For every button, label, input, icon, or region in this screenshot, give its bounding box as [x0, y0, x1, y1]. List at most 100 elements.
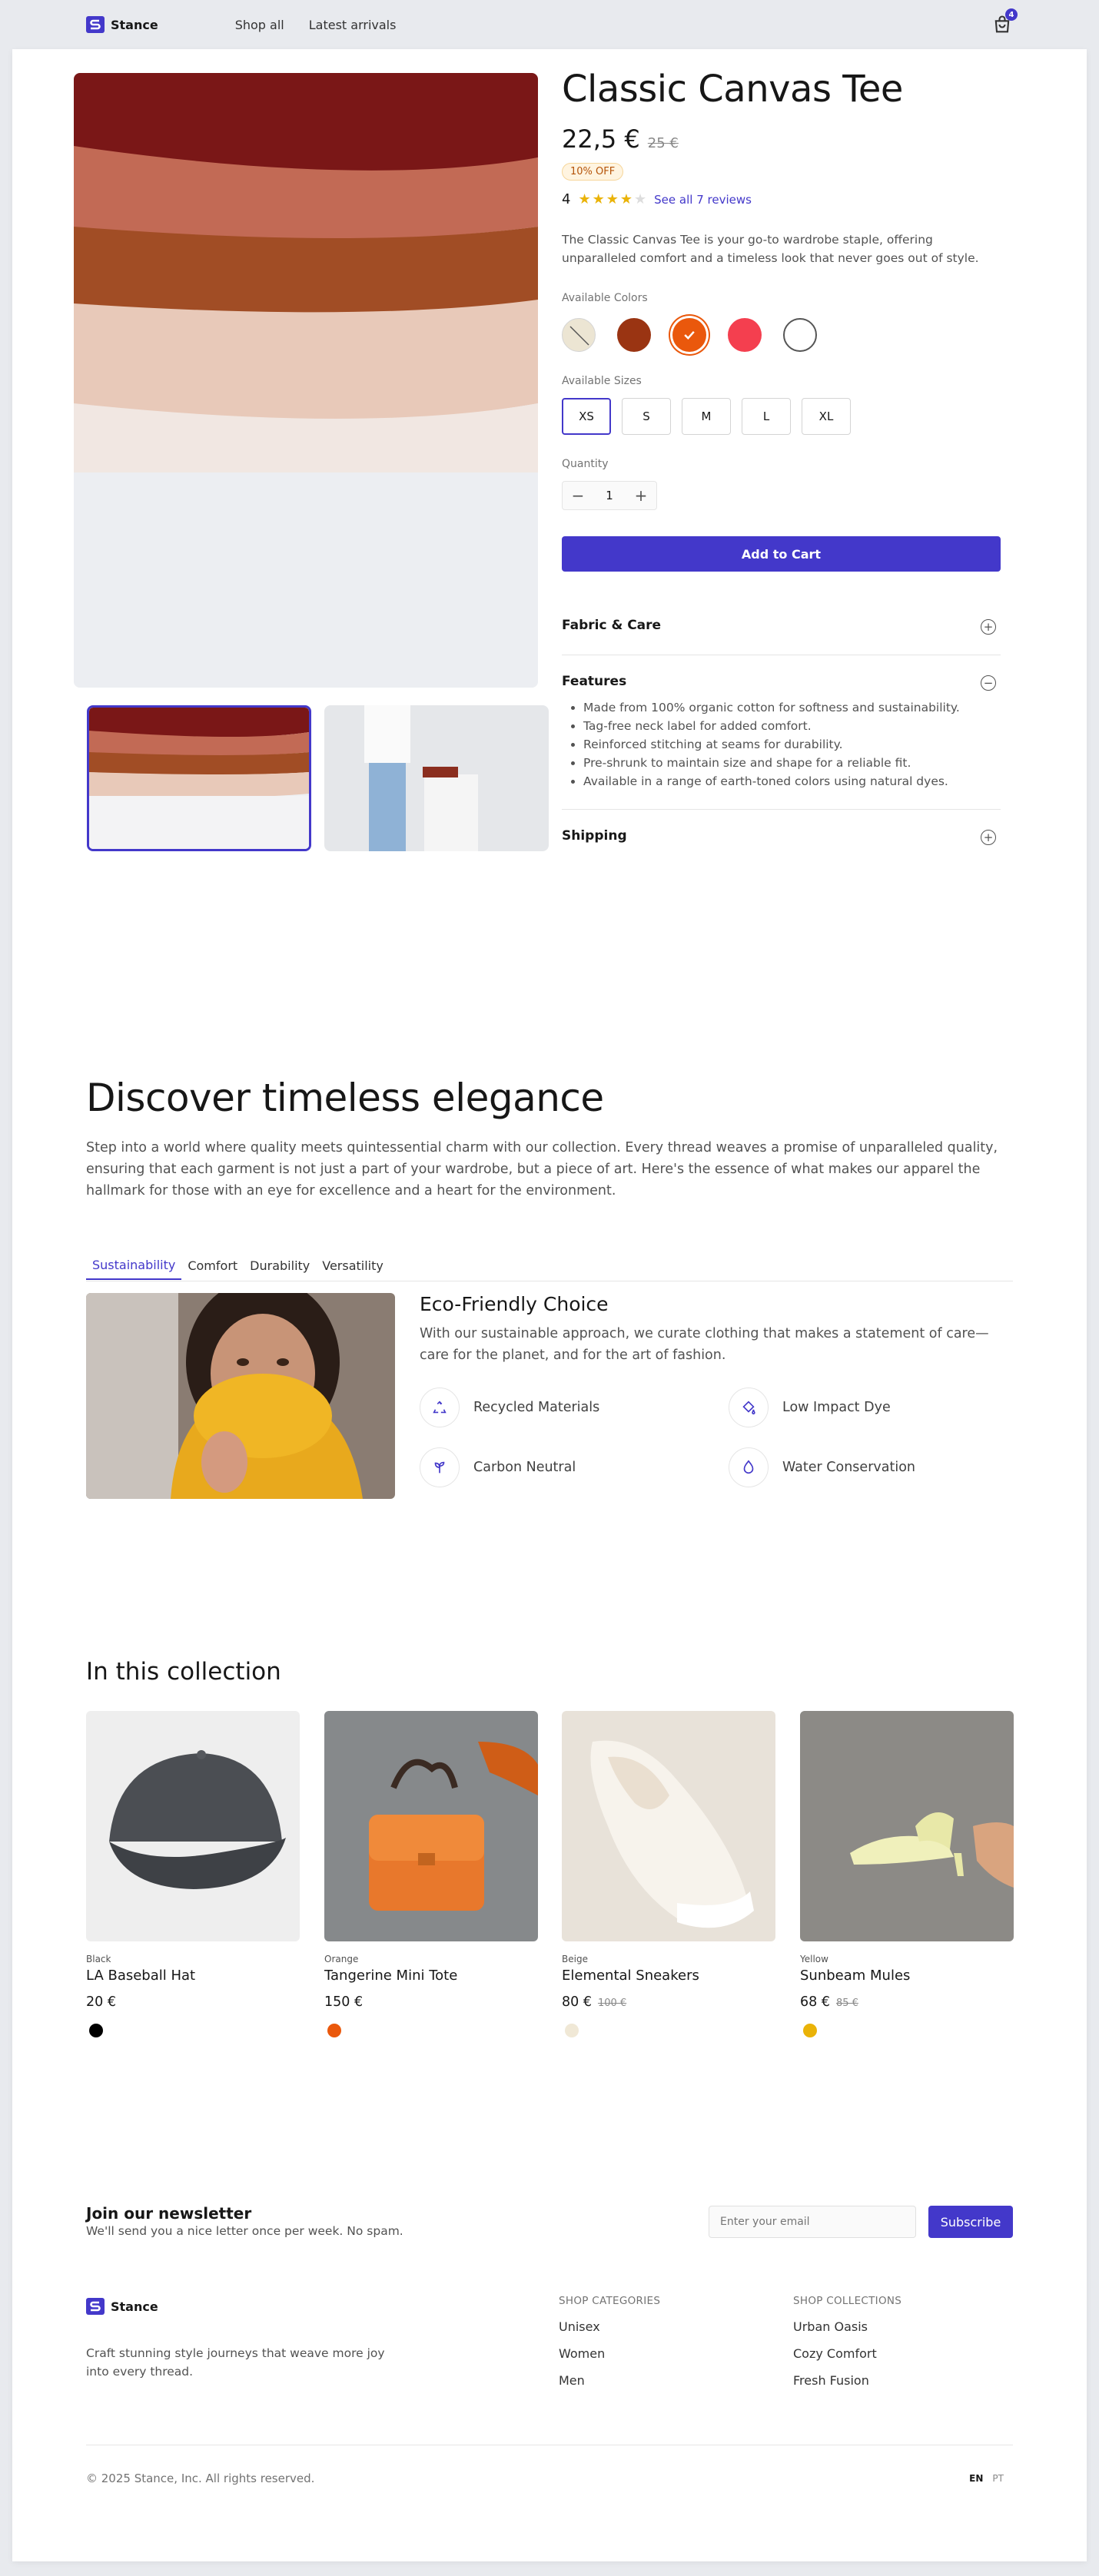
language-pt[interactable]: PT [992, 2473, 1004, 2484]
eco-features: Recycled Materials Low Impact Dye Carbon… [420, 1387, 1011, 1487]
plus-icon[interactable]: + [626, 481, 656, 510]
product-old-price: 25 € [647, 135, 679, 151]
product-name[interactable]: LA Baseball Hat [86, 1968, 300, 1984]
product-title: Classic Canvas Tee [562, 68, 903, 111]
product-price-row: 80 € 100 € [562, 1994, 775, 2010]
product-price: 20 € [86, 1994, 116, 2010]
product-card-image[interactable] [800, 1711, 1014, 1941]
color-swatch-white[interactable] [783, 318, 817, 352]
brand-logo-link[interactable]: Stance [86, 16, 158, 33]
color-swatch-brown[interactable] [617, 318, 651, 352]
footer-link-men[interactable]: Men [559, 2373, 660, 2388]
product-name[interactable]: Sunbeam Mules [800, 1968, 1014, 1984]
accordion-shipping[interactable]: Shipping + [562, 810, 1001, 865]
discover-tabs: Sustainability Comfort Durability Versat… [86, 1245, 1013, 1281]
feature-label: Low Impact Dye [782, 1400, 891, 1415]
subscribe-button[interactable]: Subscribe [928, 2206, 1013, 2238]
product-old-price: 100 € [597, 1997, 627, 2009]
star-icon: ★ [592, 191, 605, 207]
paint-bucket-icon [729, 1387, 769, 1427]
accordion-title: Fabric & Care [562, 618, 662, 633]
product-thumbnail-1[interactable] [87, 705, 311, 851]
product-thumbnail-2[interactable] [324, 705, 549, 851]
feature-item: Tag-free neck label for added comfort. [583, 717, 1001, 735]
language-en[interactable]: EN [969, 2473, 983, 2484]
size-option-xs[interactable]: XS [562, 398, 611, 435]
product-name[interactable]: Elemental Sneakers [562, 1968, 775, 1984]
accordion-features[interactable]: Features − Made from 100% organic cotton… [562, 655, 1001, 810]
color-dot[interactable] [803, 2024, 817, 2037]
footer-brand[interactable]: Stance [86, 2298, 158, 2315]
minus-icon[interactable]: − [563, 481, 593, 510]
footer-link-urban-oasis[interactable]: Urban Oasis [793, 2319, 901, 2334]
product-price: 22,5 € [562, 124, 640, 154]
size-options: XS S M L XL [562, 398, 1001, 435]
footer-collections-heading: SHOP COLLECTIONS [793, 2295, 902, 2307]
product-card-image[interactable] [324, 1711, 538, 1941]
product-color: Yellow [800, 1954, 828, 1964]
add-to-cart-button[interactable]: Add to Cart [562, 536, 1001, 572]
footer-link-unisex[interactable]: Unisex [559, 2319, 660, 2334]
product-card-image[interactable] [86, 1711, 300, 1941]
feature-carbon-neutral: Carbon Neutral [420, 1447, 729, 1487]
color-swatch-orange[interactable] [672, 318, 706, 352]
plus-circle-icon: + [981, 830, 996, 845]
collection-title: In this collection [86, 1658, 281, 1686]
feature-item: Made from 100% organic cotton for softne… [583, 698, 1001, 717]
language-switcher: EN PT [969, 2473, 1004, 2484]
footer-link-women[interactable]: Women [559, 2346, 660, 2361]
quantity-stepper: − 1 + [562, 481, 657, 510]
size-option-xl[interactable]: XL [802, 398, 851, 435]
cart-button[interactable]: 4 [991, 8, 1018, 35]
feature-water-conservation: Water Conservation [729, 1447, 1011, 1487]
size-option-m[interactable]: M [682, 398, 731, 435]
brand-name: Stance [111, 17, 158, 32]
color-dot[interactable] [327, 2024, 341, 2037]
star-icon: ★ [578, 191, 591, 207]
eco-title: Eco-Friendly Choice [420, 1293, 609, 1315]
sizes-label: Available Sizes [562, 375, 642, 387]
newsletter-email-input[interactable] [709, 2206, 916, 2238]
color-swatch-beige[interactable] [562, 318, 596, 352]
product-color: Orange [324, 1954, 359, 1964]
size-option-l[interactable]: L [742, 398, 791, 435]
size-option-s[interactable]: S [622, 398, 671, 435]
accordion-fabric-care[interactable]: Fabric & Care + [562, 599, 1001, 655]
unavailable-slash-icon [569, 326, 589, 346]
footer-categories: SHOP CATEGORIES Unisex Women Men [559, 2295, 660, 2388]
feature-item: Reinforced stitching at seams for durabi… [583, 735, 1001, 754]
tab-comfort[interactable]: Comfort [181, 1245, 244, 1280]
product-card-tangerine-mini-tote[interactable]: Orange Tangerine Mini Tote 150 € [324, 1711, 538, 2037]
color-dot[interactable] [565, 2024, 579, 2037]
footer-link-fresh-fusion[interactable]: Fresh Fusion [793, 2373, 901, 2388]
nav-latest-arrivals[interactable]: Latest arrivals [309, 18, 397, 32]
discover-title: Discover timeless elegance [86, 1076, 604, 1120]
product-price: 150 € [324, 1994, 364, 2010]
footer-link-cozy-comfort[interactable]: Cozy Comfort [793, 2346, 901, 2361]
tab-durability[interactable]: Durability [244, 1245, 316, 1280]
product-card-la-baseball-hat[interactable]: Black LA Baseball Hat 20 € [86, 1711, 300, 2037]
feature-low-impact-dye: Low Impact Dye [729, 1387, 1011, 1427]
recycle-icon [420, 1387, 460, 1427]
product-card-image[interactable] [562, 1711, 775, 1941]
product-name[interactable]: Tangerine Mini Tote [324, 1968, 538, 1984]
feature-label: Carbon Neutral [473, 1460, 576, 1475]
nav-shop-all[interactable]: Shop all [235, 18, 284, 32]
accordion-title: Shipping [562, 828, 627, 844]
quantity-value[interactable]: 1 [593, 489, 626, 502]
cart-count-badge: 4 [1005, 8, 1018, 21]
footer-tagline: Craft stunning style journeys that weave… [86, 2346, 385, 2379]
brand-name: Stance [111, 2299, 158, 2314]
tab-versatility[interactable]: Versatility [316, 1245, 390, 1280]
product-card-sunbeam-mules[interactable]: Yellow Sunbeam Mules 68 € 85 € [800, 1711, 1014, 2037]
star-icon: ★ [619, 191, 633, 207]
color-swatch-red[interactable] [728, 318, 762, 352]
tab-sustainability[interactable]: Sustainability [86, 1245, 182, 1280]
product-card-elemental-sneakers[interactable]: Beige Elemental Sneakers 80 € 100 € [562, 1711, 775, 2037]
color-options [562, 318, 1001, 352]
copyright-text: © 2025 Stance, Inc. All rights reserved. [86, 2472, 315, 2485]
color-dot[interactable] [89, 2024, 103, 2037]
product-color: Black [86, 1954, 111, 1964]
reviews-link[interactable]: See all 7 reviews [654, 193, 752, 207]
features-list: Made from 100% organic cotton for softne… [583, 698, 1001, 791]
